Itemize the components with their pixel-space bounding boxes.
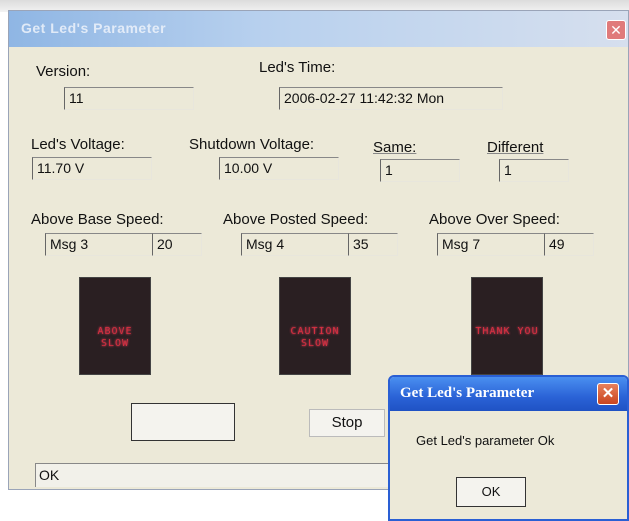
- shutdown-voltage-field[interactable]: 10.00 V: [219, 157, 339, 180]
- posted-speed-msg-field[interactable]: Msg 4: [241, 233, 351, 256]
- dialog-title: Get Led's Parameter: [400, 385, 535, 401]
- stop-button[interactable]: Stop: [309, 409, 385, 437]
- over-speed-value-field[interactable]: 49: [544, 233, 594, 256]
- different-field[interactable]: 1: [499, 159, 569, 182]
- close-icon: ✕: [601, 385, 615, 402]
- above-posted-speed-label: Above Posted Speed:: [223, 211, 369, 228]
- status-bar: OK: [35, 463, 415, 487]
- dialog-message: Get Led's parameter Ok: [416, 433, 555, 448]
- led-time-field[interactable]: 2006-02-27 11:42:32 Mon: [279, 87, 503, 110]
- led-preview-base-text: ABOVE SLOW: [97, 326, 133, 349]
- led-voltage-label: Led's Voltage:: [31, 136, 125, 153]
- different-label: Different: [487, 139, 544, 156]
- led-preview-base: ABOVE SLOW: [79, 277, 151, 375]
- main-close-button[interactable]: ✕: [606, 20, 626, 40]
- over-speed-msg-field[interactable]: Msg 7: [437, 233, 547, 256]
- close-icon: ✕: [610, 22, 622, 38]
- same-label: Same:: [373, 139, 417, 156]
- version-label: Version:: [36, 63, 91, 80]
- above-base-speed-label: Above Base Speed:: [31, 211, 164, 228]
- led-preview-posted: CAUTION SLOW: [279, 277, 351, 375]
- dialog-close-button[interactable]: ✕: [597, 383, 619, 405]
- led-preview-over: THANK YOU: [471, 277, 543, 375]
- shutdown-voltage-label: Shutdown Voltage:: [189, 136, 315, 153]
- led-preview-posted-text: CAUTION SLOW: [290, 326, 340, 349]
- led-preview-over-text: THANK YOU: [475, 326, 539, 337]
- above-over-speed-label: Above Over Speed:: [429, 211, 560, 228]
- dialog-titlebar: Get Led's Parameter ✕: [390, 377, 627, 411]
- led-time-label: Led's Time:: [259, 59, 336, 76]
- version-field[interactable]: 11: [64, 87, 194, 110]
- main-titlebar: Get Led's Parameter ✕: [9, 11, 628, 47]
- base-speed-value-field[interactable]: 20: [152, 233, 202, 256]
- dialog-ok-button[interactable]: OK: [456, 477, 526, 507]
- message-dialog: Get Led's Parameter ✕ Get Led's paramete…: [388, 375, 629, 521]
- posted-speed-value-field[interactable]: 35: [348, 233, 398, 256]
- base-speed-msg-field[interactable]: Msg 3: [45, 233, 155, 256]
- main-window-title: Get Led's Parameter: [21, 20, 167, 36]
- led-voltage-field[interactable]: 11.70 V: [32, 157, 152, 180]
- start-button[interactable]: [131, 403, 235, 441]
- same-field[interactable]: 1: [380, 159, 460, 182]
